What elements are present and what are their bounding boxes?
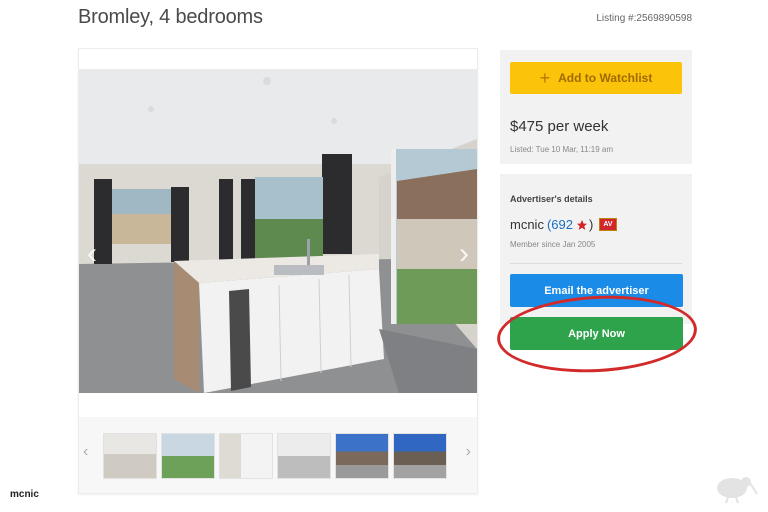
page-title: Bromley, 4 bedrooms [78, 6, 263, 28]
kiwi-bird-icon [717, 477, 758, 504]
price-panel: + Add to Watchlist $475 per week Listed:… [500, 50, 692, 164]
rating-close: ) [589, 217, 594, 232]
thumbnail-3[interactable] [219, 433, 273, 479]
advertiser-username[interactable]: mcnic [510, 217, 544, 232]
advertiser-user: mcnic ( 692 ) AV [510, 217, 617, 232]
feedback-rating[interactable]: 692 [551, 217, 573, 232]
thumbnail-6[interactable] [393, 433, 447, 479]
address-verified-badge: AV [599, 218, 617, 231]
member-since: Member since Jan 2005 [510, 240, 596, 249]
thumbnail-1[interactable] [103, 433, 157, 479]
feedback-star-icon [575, 217, 589, 231]
thumb-prev-arrow[interactable]: ‹ [83, 443, 88, 461]
advertiser-heading: Advertiser's details [510, 194, 593, 204]
next-photo-arrow[interactable]: › [459, 239, 469, 269]
main-photo[interactable]: ‹ › [79, 69, 477, 393]
thumbnail-5[interactable] [335, 433, 389, 479]
rent-price: $475 per week [510, 118, 609, 135]
divider [510, 263, 682, 264]
photo-gallery: ‹ › ‹ › [78, 48, 478, 494]
kitchen-photo-illustration [79, 69, 477, 393]
thumb-next-arrow[interactable]: › [466, 443, 471, 461]
listing-number: Listing #:2569890598 [596, 13, 692, 24]
footer-username: mcnic [0, 476, 66, 512]
add-to-watchlist-button[interactable]: + Add to Watchlist [510, 62, 682, 94]
thumbnail-2[interactable] [161, 433, 215, 479]
thumbnail-4[interactable] [277, 433, 331, 479]
listed-date: Listed: Tue 10 Mar, 11:19 am [510, 145, 614, 154]
watchlist-label: Add to Watchlist [558, 71, 653, 85]
plus-icon: + [539, 68, 551, 88]
thumbnail-strip: ‹ › [79, 417, 477, 493]
prev-photo-arrow[interactable]: ‹ [87, 239, 97, 269]
